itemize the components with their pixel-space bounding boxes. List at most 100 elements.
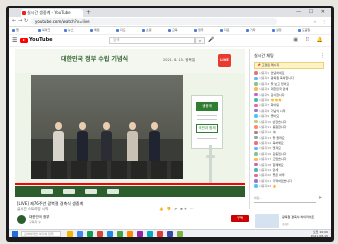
chat-avatar — [254, 179, 258, 183]
window-controls[interactable]: — ☐ ✕ — [296, 8, 328, 17]
pinned-message: 📌 고정된 메시지 — [254, 62, 324, 69]
bookmark-item[interactable]: 지도 — [116, 27, 126, 34]
chat-text: 응원합니다 — [272, 124, 287, 129]
mic-icon[interactable]: 🎤 — [208, 37, 214, 44]
bookmark-item[interactable]: 자료 — [220, 27, 230, 34]
taskbar-app-icon[interactable] — [157, 231, 163, 237]
chat-author[interactable]: 사용자17 — [259, 157, 271, 161]
youtube-logo-icon[interactable] — [20, 38, 28, 43]
chat-author[interactable]: 사용자1 — [259, 71, 269, 75]
bookmark-item[interactable]: 앱 — [12, 27, 19, 34]
chat-title[interactable]: 실시간 채팅 — [254, 53, 274, 59]
channel-avatar[interactable] — [17, 215, 26, 224]
reload-icon[interactable]: ↻ — [24, 17, 28, 26]
chat-author[interactable]: 사용자13 — [259, 136, 271, 140]
chat-author[interactable]: 사용자12 — [259, 130, 271, 134]
browser-tab[interactable]: 실시간 생중계 - YouTube — [21, 9, 83, 17]
bookmark-label: 교육 — [172, 28, 178, 32]
chat-author[interactable]: 사용자5 — [259, 93, 269, 97]
chat-author[interactable]: 사용자3 — [259, 82, 269, 86]
send-icon[interactable]: ➤ — [318, 195, 322, 202]
bookmark-label: 업무 — [198, 28, 204, 32]
video-player[interactable]: 대한민국 정부 수립 기념식 2021. 8. 15. 광복절 LIVE 생중계… — [15, 49, 245, 197]
taskbar-app-icon[interactable] — [167, 231, 173, 237]
chat-avatar — [254, 146, 258, 151]
search-input[interactable]: 검색 — [109, 37, 195, 44]
more-icon[interactable]: ⋮ — [320, 53, 325, 59]
recommended-meta: 조회수 — [282, 223, 289, 226]
taskbar-app-icon[interactable] — [77, 231, 83, 237]
bookmark-item[interactable]: 업무 — [194, 27, 204, 34]
chat-author[interactable]: 사용자2 — [259, 76, 269, 80]
screen: 실시간 생중계 - YouTube + — ☐ ✕ ← → ↻ youtube.… — [9, 8, 331, 237]
bookmark-item[interactable]: 뉴스 — [64, 27, 74, 34]
taskbar-app-icon[interactable] — [107, 231, 113, 237]
chat-author[interactable]: 사용자8 — [259, 109, 269, 113]
extension-icons[interactable]: ☆ ⋮ — [313, 17, 328, 26]
bookmark-item[interactable]: 기타 — [246, 27, 256, 34]
chat-author[interactable]: 사용자20 — [259, 173, 271, 177]
youtube-brand[interactable]: YouTube — [29, 36, 53, 45]
recommended-video[interactable]: 광복절 경축식 하이라이트 조회수 — [255, 214, 327, 228]
chat-author[interactable]: 사용자16 — [259, 152, 271, 156]
bookmark-item[interactable]: 메일 — [90, 27, 100, 34]
chat-text: 기념식 시작 — [270, 108, 286, 113]
bookmark-icon — [90, 28, 93, 32]
chat-text: 만세 — [272, 168, 279, 173]
start-icon[interactable] — [12, 231, 18, 237]
chat-avatar — [254, 119, 258, 124]
bookmark-item[interactable]: 도움말 — [298, 27, 310, 34]
bookmark-item[interactable]: 설정 — [272, 27, 282, 34]
os-taskbar: 검색하려면 여기에 입력 오전 10:00 2021-08-15 — [9, 229, 331, 237]
attendee-figure — [127, 122, 138, 161]
taskbar-app-icon[interactable] — [97, 231, 103, 237]
video-actions[interactable]: 👍 👎 ↗ ≡+ ⋯ — [159, 207, 194, 212]
menu-icon[interactable]: ☰ — [12, 36, 17, 45]
progress-bar[interactable] — [15, 183, 245, 185]
chat-avatar — [254, 71, 258, 75]
forward-icon[interactable]: → — [18, 17, 22, 26]
address-bar-row: ← → ↻ youtube.com/watch?v=live ☆ ⋮ — [9, 17, 331, 27]
chat-text: 좋은 하루 — [272, 173, 285, 178]
chat-author[interactable]: 사용자15 — [259, 146, 271, 150]
recommended-title[interactable]: 광복절 경축식 하이라이트 — [282, 215, 327, 219]
channel-subscribers: 구독자 수 — [29, 220, 41, 224]
chat-avatar — [254, 130, 258, 135]
chat-author[interactable]: 사용자11 — [259, 125, 271, 129]
attendee-figure — [53, 122, 64, 161]
new-tab-button[interactable]: + — [86, 8, 91, 17]
chat-author[interactable]: 사용자10 — [259, 120, 271, 124]
url-input[interactable]: youtube.com/watch?v=live — [31, 18, 277, 25]
recommended-thumbnail[interactable] — [255, 214, 279, 228]
bookmark-item[interactable]: 쇼핑 — [142, 27, 152, 34]
chat-author[interactable]: 사용자9 — [259, 114, 269, 118]
chat-author[interactable]: 사용자22 — [259, 184, 271, 188]
taskbar-app-icon[interactable] — [177, 231, 183, 237]
chat-author[interactable]: 사용자4 — [259, 87, 269, 91]
chat-author[interactable]: 사용자18 — [259, 163, 271, 167]
chat-author[interactable]: 사용자14 — [259, 141, 271, 145]
chat-author[interactable]: 사용자21 — [259, 179, 271, 183]
back-icon[interactable]: ← — [12, 17, 16, 26]
chat-avatar — [254, 162, 258, 167]
taskbar-search[interactable]: 검색하려면 여기에 입력 — [21, 231, 61, 237]
chat-author[interactable]: 사용자7 — [259, 103, 269, 107]
subscribe-button[interactable]: 구독 — [231, 215, 249, 222]
taskbar-app-icon[interactable] — [117, 231, 123, 237]
bookmark-icon — [298, 28, 301, 32]
bookmark-label: 쇼핑 — [146, 28, 152, 32]
chat-author[interactable]: 사용자6 — [259, 98, 269, 102]
chat-avatar — [254, 141, 258, 145]
taskbar-app-icon[interactable] — [127, 231, 133, 237]
chat-author[interactable]: 사용자19 — [259, 168, 271, 172]
taskbar-app-icon[interactable] — [137, 231, 143, 237]
taskbar-app-icon[interactable] — [67, 231, 73, 237]
bookmark-item[interactable]: 북마크 — [38, 27, 50, 34]
header-icons[interactable]: ▣ ⠿ 🔔 — [293, 36, 326, 45]
bookmark-item[interactable]: 교육 — [168, 27, 178, 34]
chat-message-list: 사용자1 안녕하세요 사용자2 광복절 축하합니다 사용자3 잘 보고 있어요 사용자4 대한… — [254, 71, 326, 190]
taskbar-app-icon[interactable] — [87, 231, 93, 237]
taskbar-app-icon[interactable] — [147, 231, 153, 237]
chat-input[interactable]: 채팅... — [254, 195, 316, 203]
search-icon[interactable]: ⌕ — [195, 37, 205, 44]
